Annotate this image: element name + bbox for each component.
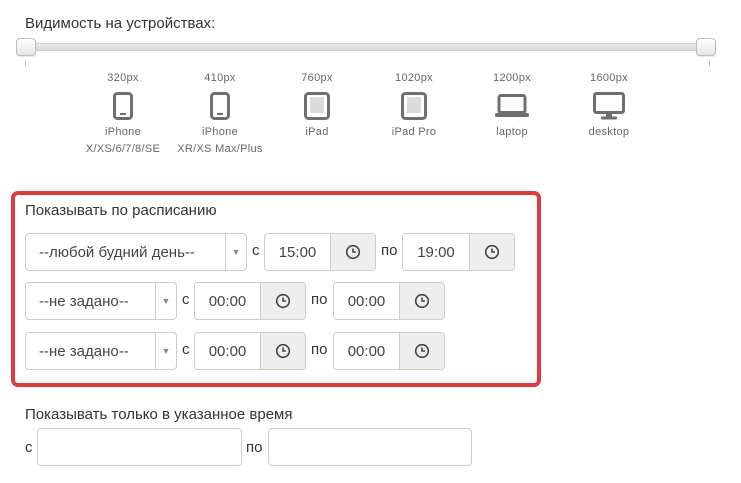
visibility-slider-track[interactable] — [21, 43, 714, 51]
tablet-icon — [359, 90, 469, 122]
phone-icon — [165, 90, 275, 122]
select-value: --не задано-- — [39, 342, 129, 360]
to-label: по — [311, 291, 328, 308]
time-value: 19:00 — [417, 243, 455, 261]
time-range-to-input[interactable] — [268, 428, 472, 466]
time-range-to-label: по — [246, 439, 263, 456]
visibility-slider-min-handle[interactable] — [16, 38, 36, 56]
device-width: 1600px — [590, 72, 628, 84]
device-width: 1200px — [493, 72, 531, 84]
tablet-icon — [262, 90, 372, 122]
device-models: XR/XS Max/Plus — [177, 143, 263, 155]
to-label: по — [381, 242, 398, 259]
time-value: 15:00 — [278, 243, 317, 261]
visibility-slider-max-handle[interactable] — [696, 38, 716, 56]
schedule-to-time-2[interactable]: 00:00 — [333, 282, 445, 320]
device-width: 760px — [301, 72, 333, 84]
schedule-day-select-1[interactable]: --любой будний день-- ▼ — [25, 233, 247, 271]
from-label: с — [182, 291, 190, 308]
clock-icon[interactable] — [330, 234, 375, 270]
schedule-from-time-3[interactable]: 00:00 — [194, 332, 306, 370]
device-name: iPhone — [104, 126, 142, 138]
visibility-label: Видимость на устройствах: — [25, 15, 216, 32]
to-label: по — [311, 341, 328, 358]
desktop-icon — [554, 90, 664, 122]
device-desktop[interactable]: 1600px desktop — [554, 72, 664, 141]
device-laptop[interactable]: 1200px laptop — [457, 72, 567, 141]
slider-tick — [25, 61, 26, 66]
time-range-from-input[interactable] — [37, 428, 242, 466]
schedule-to-time-3[interactable]: 00:00 — [333, 332, 445, 370]
select-value: --любой будний день-- — [39, 243, 195, 261]
device-width: 320px — [107, 72, 139, 84]
device-name: iPhone — [201, 126, 239, 138]
dropdown-arrow-icon: ▼ — [155, 333, 176, 369]
schedule-day-select-2[interactable]: --не задано-- ▼ — [25, 282, 177, 320]
phone-icon — [68, 90, 178, 122]
schedule-from-time-1[interactable]: 15:00 — [264, 233, 376, 271]
time-range-title: Показывать только в указанное время — [25, 406, 293, 423]
time-value: 00:00 — [347, 292, 386, 310]
select-value: --не задано-- — [39, 292, 129, 310]
schedule-title: Показывать по расписанию — [25, 202, 217, 219]
time-value: 00:00 — [347, 342, 386, 360]
clock-icon[interactable] — [260, 333, 305, 369]
schedule-day-select-3[interactable]: --не задано-- ▼ — [25, 332, 177, 370]
clock-icon[interactable] — [469, 234, 514, 270]
time-range-from-label: с — [25, 439, 33, 456]
device-width: 1020px — [395, 72, 433, 84]
device-width: 410px — [204, 72, 236, 84]
time-value: 00:00 — [208, 292, 247, 310]
device-iphone-large[interactable]: 410px iPhone XR/XS Max/Plus — [165, 72, 275, 158]
from-label: с — [252, 242, 260, 259]
slider-tick — [709, 61, 710, 66]
clock-icon[interactable] — [399, 333, 444, 369]
device-name: desktop — [588, 126, 630, 138]
dropdown-arrow-icon: ▼ — [225, 234, 246, 270]
clock-icon[interactable] — [260, 283, 305, 319]
schedule-from-time-2[interactable]: 00:00 — [194, 282, 306, 320]
device-iphone-small[interactable]: 320px iPhone X/XS/6/7/8/SE — [68, 72, 178, 158]
device-models: X/XS/6/7/8/SE — [85, 143, 161, 155]
time-value: 00:00 — [208, 342, 247, 360]
device-name: iPad Pro — [391, 126, 437, 138]
device-ipad-pro[interactable]: 1020px iPad Pro — [359, 72, 469, 141]
clock-icon[interactable] — [399, 283, 444, 319]
from-label: с — [182, 341, 190, 358]
schedule-to-time-1[interactable]: 19:00 — [402, 233, 515, 271]
device-ipad[interactable]: 760px iPad — [262, 72, 372, 141]
device-name: iPad — [305, 126, 329, 138]
dropdown-arrow-icon: ▼ — [155, 283, 176, 319]
laptop-icon — [457, 90, 567, 122]
device-name: laptop — [496, 126, 528, 138]
